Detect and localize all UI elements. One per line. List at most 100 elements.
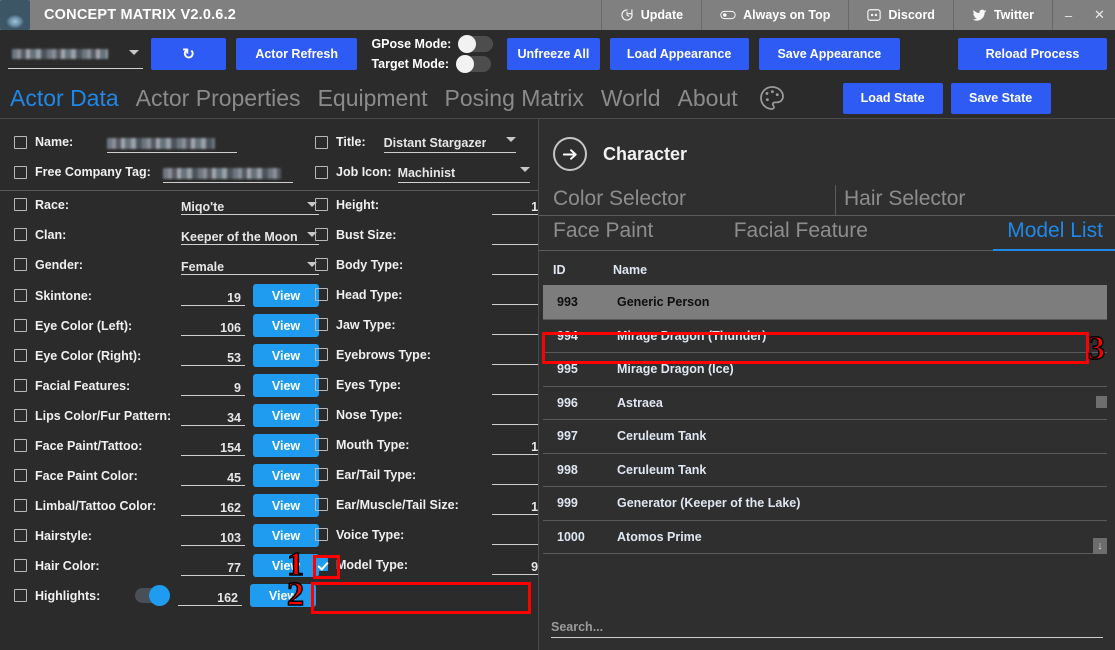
arrow-right-circle-icon[interactable]: [553, 137, 587, 171]
hairstyle-value[interactable]: 103: [181, 525, 245, 546]
table-row[interactable]: 993 Generic Person: [543, 285, 1107, 319]
table-row[interactable]: 995 Mirage Dragon (Ice): [543, 352, 1107, 386]
tab-model-list[interactable]: Model List: [993, 216, 1115, 251]
eye-color-right-checkbox[interactable]: [14, 349, 27, 362]
nose-type-checkbox[interactable]: [315, 408, 328, 421]
tab-world[interactable]: World: [601, 85, 661, 112]
arrow-down-icon[interactable]: ↓: [1093, 538, 1107, 554]
process-select[interactable]: [8, 39, 144, 69]
refresh-button[interactable]: ↻: [151, 38, 226, 70]
table-row[interactable]: 996 Astraea: [543, 385, 1107, 420]
palette-icon[interactable]: [757, 83, 787, 113]
lips-color-checkbox[interactable]: [14, 409, 27, 422]
title-checkbox[interactable]: [315, 135, 328, 149]
face-paint-color-value[interactable]: 45: [181, 465, 245, 486]
lips-color-value[interactable]: 34: [181, 405, 245, 426]
eye-color-left-value[interactable]: 106: [181, 315, 245, 336]
minimize-button[interactable]: –: [1053, 0, 1084, 30]
eye-color-left-view-button[interactable]: View: [253, 314, 319, 337]
name-checkbox[interactable]: [14, 135, 27, 149]
twitter-button[interactable]: Twitter: [952, 0, 1052, 30]
scrollbar-thumb[interactable]: [1096, 396, 1107, 408]
face-paint-tattoo-view-button[interactable]: View: [253, 434, 319, 457]
eye-color-left-checkbox[interactable]: [14, 319, 27, 332]
skintone-checkbox[interactable]: [14, 289, 27, 302]
tab-posing-matrix[interactable]: Posing Matrix: [445, 85, 584, 112]
hair-color-view-button[interactable]: View: [253, 554, 319, 577]
table-row[interactable]: 997 Ceruleum Tank: [543, 419, 1107, 453]
face-paint-tattoo-value[interactable]: 154: [181, 435, 245, 456]
hair-color-checkbox[interactable]: [14, 559, 27, 572]
highlights-value[interactable]: 162: [178, 585, 242, 606]
face-paint-tattoo-checkbox[interactable]: [14, 439, 27, 452]
name-input[interactable]: [107, 131, 238, 153]
ear-muscle-tail-size-checkbox[interactable]: [315, 498, 328, 511]
tab-facial-feature[interactable]: Facial Feature: [723, 216, 994, 251]
bust-size-checkbox[interactable]: [315, 228, 328, 241]
facial-features-value[interactable]: 9: [181, 375, 245, 396]
jaw-type-checkbox[interactable]: [315, 318, 328, 331]
race-checkbox[interactable]: [14, 198, 27, 211]
skintone-view-button[interactable]: View: [253, 284, 319, 307]
tab-hair-selector[interactable]: Hair Selector: [835, 185, 1115, 215]
tab-actor-properties[interactable]: Actor Properties: [136, 85, 301, 112]
title-dropdown[interactable]: Distant Stargazer: [383, 131, 516, 153]
table-row[interactable]: 998 Ceruleum Tank: [543, 452, 1107, 487]
highlights-view-button[interactable]: View: [250, 584, 316, 607]
hairstyle-checkbox[interactable]: [14, 529, 27, 542]
facial-features-checkbox[interactable]: [14, 379, 27, 392]
job-icon-dropdown[interactable]: Machinist: [397, 161, 530, 183]
tab-about[interactable]: About: [678, 85, 738, 112]
model-type-checkbox[interactable]: [315, 558, 328, 571]
skintone-value[interactable]: 19: [181, 285, 245, 306]
hairstyle-view-button[interactable]: View: [253, 524, 319, 547]
free-company-tag-input[interactable]: [162, 161, 293, 183]
close-button[interactable]: ✕: [1084, 0, 1115, 30]
eyebrows-type-checkbox[interactable]: [315, 348, 328, 361]
unfreeze-all-button[interactable]: Unfreeze All: [507, 38, 600, 70]
clan-checkbox[interactable]: [14, 228, 27, 241]
tab-actor-data[interactable]: Actor Data: [10, 85, 119, 112]
model-list-scrollbar[interactable]: ↓: [1093, 285, 1107, 554]
highlights-checkbox[interactable]: [14, 589, 27, 602]
gender-dropdown[interactable]: Female: [181, 254, 319, 275]
table-row[interactable]: 999 Generator (Keeper of the Lake): [543, 486, 1107, 520]
eye-color-right-view-button[interactable]: View: [253, 344, 319, 367]
facial-features-view-button[interactable]: View: [253, 374, 319, 397]
gender-checkbox[interactable]: [14, 258, 27, 271]
eye-color-right-value[interactable]: 53: [181, 345, 245, 366]
search-input[interactable]: Search...: [551, 612, 1103, 638]
target-mode-toggle[interactable]: [456, 55, 491, 73]
tab-color-selector[interactable]: Color Selector: [539, 185, 835, 215]
face-paint-color-checkbox[interactable]: [14, 469, 27, 482]
face-paint-color-view-button[interactable]: View: [253, 464, 319, 487]
save-appearance-button[interactable]: Save Appearance: [758, 38, 900, 70]
table-row[interactable]: 994 Mirage Dragon (Thunder): [543, 318, 1107, 353]
highlights-toggle[interactable]: [135, 585, 170, 606]
mouth-type-checkbox[interactable]: [315, 438, 328, 451]
reload-process-button[interactable]: Reload Process: [957, 38, 1107, 70]
tab-equipment[interactable]: Equipment: [318, 85, 428, 112]
load-state-button[interactable]: Load State: [842, 82, 943, 114]
tab-face-paint[interactable]: Face Paint: [539, 216, 724, 251]
limbal-tattoo-color-checkbox[interactable]: [14, 499, 27, 512]
discord-button[interactable]: Discord: [848, 0, 953, 30]
free-company-tag-checkbox[interactable]: [14, 165, 27, 179]
actor-refresh-button[interactable]: Actor Refresh: [235, 38, 358, 70]
update-button[interactable]: Update: [600, 0, 701, 30]
hair-color-value[interactable]: 77: [181, 555, 245, 576]
body-type-checkbox[interactable]: [315, 258, 328, 271]
clan-dropdown[interactable]: Keeper of the Moon: [181, 224, 319, 245]
head-type-checkbox[interactable]: [315, 288, 328, 301]
job-icon-checkbox[interactable]: [315, 165, 328, 179]
limbal-tattoo-color-view-button[interactable]: View: [253, 494, 319, 517]
lips-color-view-button[interactable]: View: [253, 404, 319, 427]
eyes-type-checkbox[interactable]: [315, 378, 328, 391]
table-row[interactable]: 1000 Atomos Prime: [543, 519, 1107, 554]
voice-type-checkbox[interactable]: [315, 528, 328, 541]
always-on-top-button[interactable]: Always on Top: [701, 0, 848, 30]
race-dropdown[interactable]: Miqo'te: [181, 194, 319, 215]
load-appearance-button[interactable]: Load Appearance: [609, 38, 749, 70]
gpose-mode-toggle[interactable]: [458, 35, 494, 53]
ear-tail-type-checkbox[interactable]: [315, 468, 328, 481]
